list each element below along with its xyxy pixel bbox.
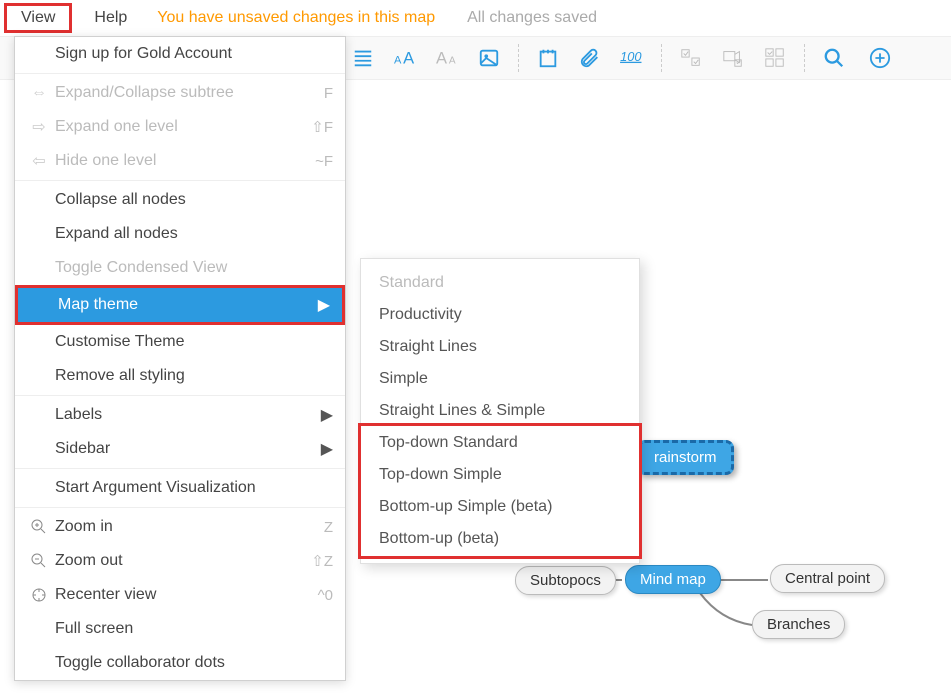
expand-icon: ⇨: [27, 117, 51, 137]
attachment-icon[interactable]: [573, 41, 607, 75]
menuitem-label: Start Argument Visualization: [55, 479, 256, 497]
menuitem-label: Sign up for Gold Account: [55, 45, 232, 63]
menuitem-label: Toggle collaborator dots: [55, 654, 225, 672]
menu-expand-one-level: ⇨Expand one level ⇧F: [15, 110, 345, 144]
menu-sign-up-gold[interactable]: Sign up for Gold Account: [15, 37, 345, 71]
menuitem-label: Collapse all nodes: [55, 191, 186, 209]
menu-sidebar[interactable]: Sidebar ▶: [15, 432, 345, 466]
shortcut: ^0: [318, 587, 333, 604]
image-icon[interactable]: [472, 41, 506, 75]
menuitem-label: Expand all nodes: [55, 225, 178, 243]
shortcut: ~F: [315, 153, 333, 170]
node-central-point[interactable]: Central point: [770, 564, 885, 593]
theme-simple[interactable]: Simple: [361, 363, 639, 395]
menuitem-label: Expand one level: [55, 118, 178, 136]
theme-bottomup-simple[interactable]: Bottom-up Simple (beta): [361, 491, 639, 523]
menu-expand-all[interactable]: Expand all nodes: [15, 217, 345, 251]
menu-separator: [15, 468, 345, 469]
map-theme-submenu: Standard Productivity Straight Lines Sim…: [360, 258, 640, 564]
svg-text:100: 100: [620, 49, 642, 64]
hundred-icon[interactable]: 100: [615, 41, 649, 75]
menu-full-screen[interactable]: Full screen: [15, 612, 345, 646]
menu-start-argument[interactable]: Start Argument Visualization: [15, 471, 345, 505]
theme-bottomup[interactable]: Bottom-up (beta): [361, 523, 639, 555]
menuitem-label: Toggle Condensed View: [55, 259, 227, 277]
toolbar-separator: [518, 44, 519, 72]
zoom-out-icon: [27, 553, 51, 569]
menuitem-label: Map theme: [58, 296, 138, 314]
svg-text:A: A: [449, 56, 456, 67]
menuitem-label: Zoom in: [55, 518, 113, 536]
add-icon[interactable]: [863, 41, 897, 75]
menu-labels[interactable]: Labels ▶: [15, 398, 345, 432]
svg-text:A: A: [436, 50, 447, 68]
submenu-arrow-icon: ▶: [321, 439, 333, 459]
align-icon[interactable]: [346, 41, 380, 75]
svg-text:A: A: [394, 55, 402, 67]
theme-topdown-simple[interactable]: Top-down Simple: [361, 459, 639, 491]
menuitem-label: Sidebar: [55, 440, 110, 458]
recenter-icon: [27, 587, 51, 603]
toolbar-separator: [661, 44, 662, 72]
node-brainstorm[interactable]: rainstorm: [637, 440, 734, 475]
menu-help[interactable]: Help: [80, 3, 141, 33]
menu-expand-collapse-subtree: ⇔Expand/Collapse subtree F: [15, 76, 345, 110]
menu-toggle-collaborator-dots[interactable]: Toggle collaborator dots: [15, 646, 345, 680]
view-dropdown: Sign up for Gold Account ⇔Expand/Collaps…: [14, 36, 346, 681]
menuitem-label: Zoom out: [55, 552, 123, 570]
menuitem-label: Remove all styling: [55, 367, 185, 385]
menuitem-label: Customise Theme: [55, 333, 185, 351]
menu-map-theme[interactable]: Map theme ▶: [15, 285, 345, 325]
check-all-icon[interactable]: [674, 41, 708, 75]
menu-view[interactable]: View: [4, 3, 72, 33]
menu-zoom-in[interactable]: Zoom in Z: [15, 510, 345, 544]
node-mindmap[interactable]: Mind map: [625, 565, 721, 594]
menu-separator: [15, 73, 345, 74]
menu-customise-theme[interactable]: Customise Theme: [15, 325, 345, 359]
menu-toggle-condensed: Toggle Condensed View: [15, 251, 345, 285]
shortcut: Z: [324, 519, 333, 536]
shortcut: F: [324, 85, 333, 102]
collapse-icon: ⇦: [27, 151, 51, 171]
menu-collapse-all[interactable]: Collapse all nodes: [15, 183, 345, 217]
search-icon[interactable]: [817, 41, 851, 75]
menuitem-label: Recenter view: [55, 586, 156, 604]
theme-productivity[interactable]: Productivity: [361, 299, 639, 331]
menu-separator: [15, 180, 345, 181]
shortcut: ⇧Z: [311, 552, 333, 570]
status-unsaved: You have unsaved changes in this map: [157, 9, 435, 27]
font-small-icon[interactable]: AA: [430, 41, 464, 75]
menu-zoom-out[interactable]: Zoom out ⇧Z: [15, 544, 345, 578]
menu-separator: [15, 395, 345, 396]
shortcut: ⇧F: [311, 118, 333, 136]
toolbar-separator: [804, 44, 805, 72]
node-subtopics[interactable]: Subtopocs: [515, 566, 616, 595]
expand-collapse-icon: ⇔: [27, 84, 51, 102]
theme-topdown-standard[interactable]: Top-down Standard: [361, 427, 639, 459]
theme-straight-lines[interactable]: Straight Lines: [361, 331, 639, 363]
menu-remove-styling[interactable]: Remove all styling: [15, 359, 345, 393]
menu-hide-one-level: ⇦Hide one level ~F: [15, 144, 345, 178]
menuitem-label: Labels: [55, 406, 102, 424]
menu-recenter[interactable]: Recenter view ^0: [15, 578, 345, 612]
zoom-in-icon: [27, 519, 51, 535]
menuitem-label: Expand/Collapse subtree: [55, 84, 234, 102]
status-saved: All changes saved: [467, 9, 597, 27]
theme-standard[interactable]: Standard: [361, 267, 639, 299]
submenu-arrow-icon: ▶: [321, 405, 333, 425]
check-grid-icon[interactable]: [758, 41, 792, 75]
svg-text:A: A: [403, 50, 414, 68]
menu-separator: [15, 507, 345, 508]
node-branches[interactable]: Branches: [752, 610, 845, 639]
check-camera-icon[interactable]: [716, 41, 750, 75]
menuitem-label: Full screen: [55, 620, 133, 638]
submenu-arrow-icon: ▶: [318, 295, 330, 315]
note-icon[interactable]: [531, 41, 565, 75]
theme-straight-simple[interactable]: Straight Lines & Simple: [361, 395, 639, 427]
menu-bar: View Help You have unsaved changes in th…: [0, 0, 951, 36]
menuitem-label: Hide one level: [55, 152, 156, 170]
font-large-icon[interactable]: AA: [388, 41, 422, 75]
